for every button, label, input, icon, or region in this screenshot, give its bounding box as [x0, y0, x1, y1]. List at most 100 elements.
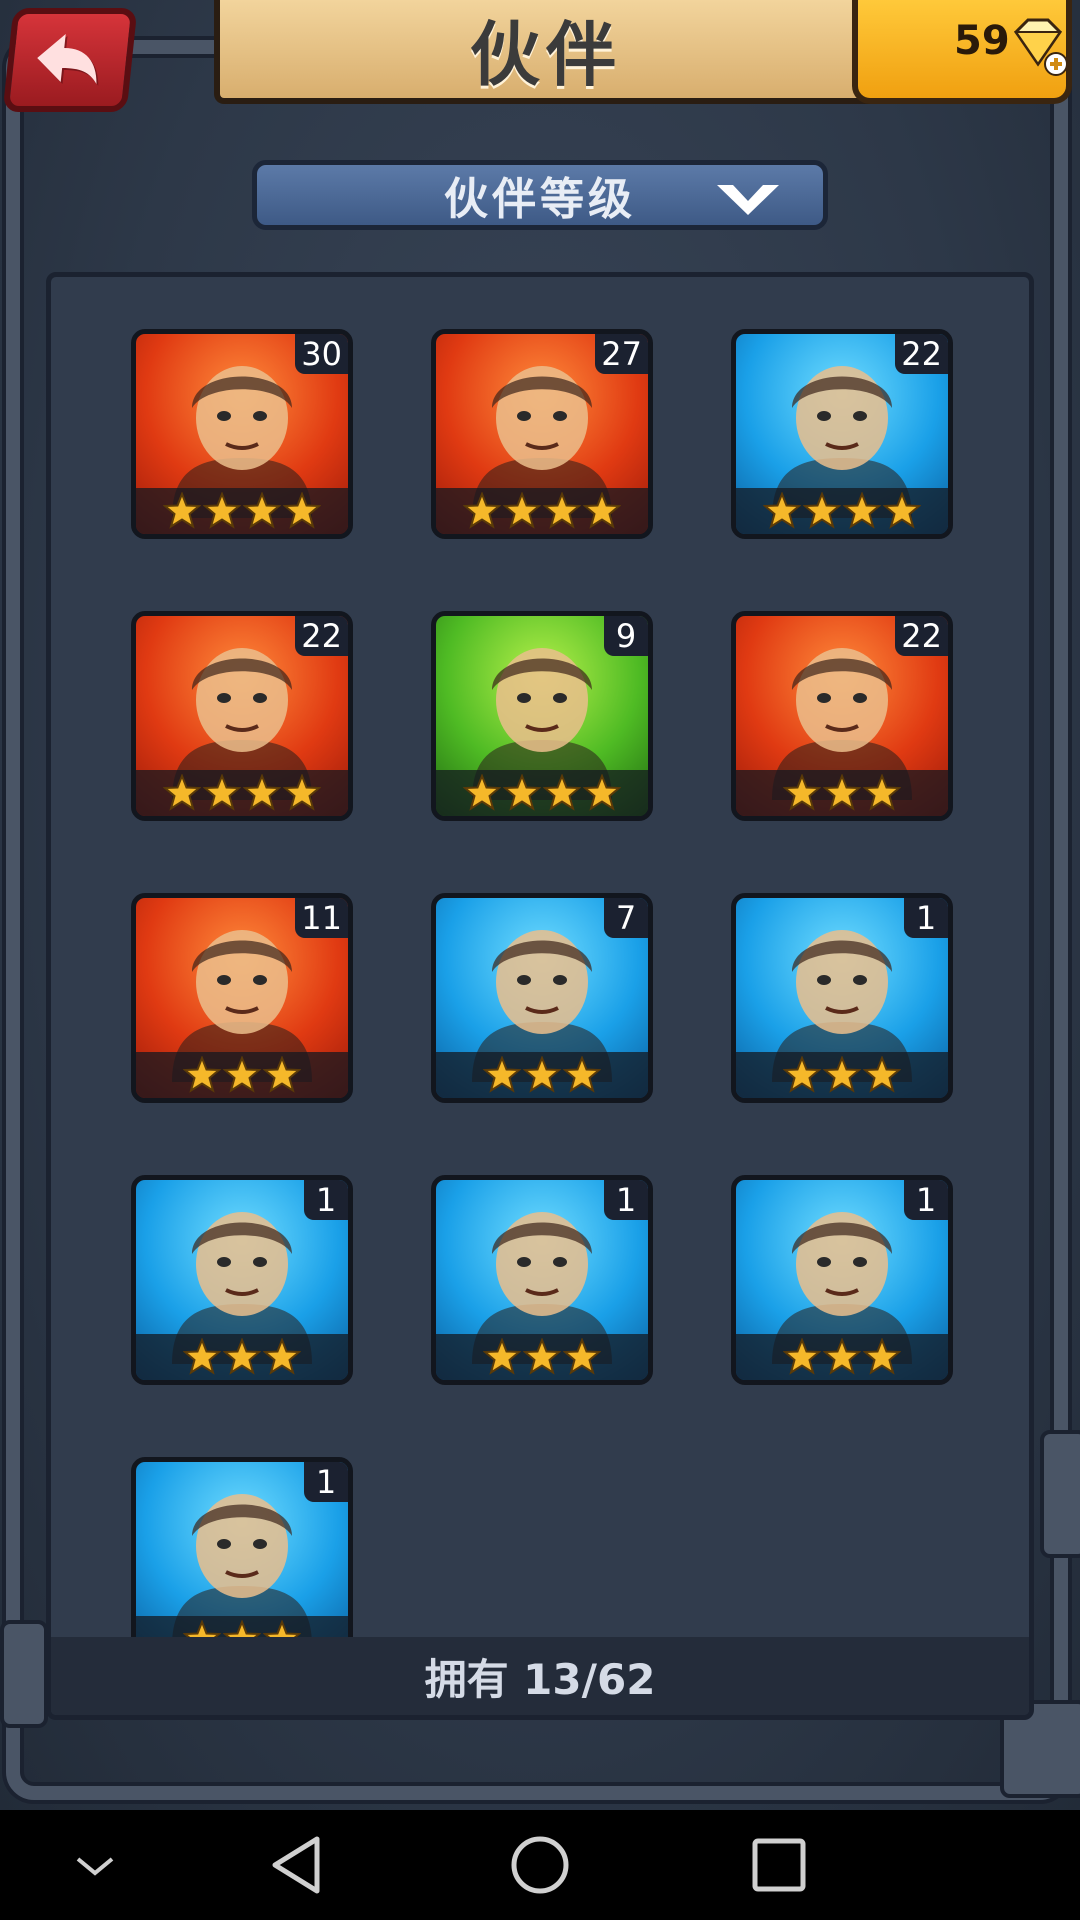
companion-stars [736, 488, 948, 534]
companion-stars [436, 1052, 648, 1098]
companion-stars [736, 770, 948, 816]
companion-level-badge: 1 [904, 898, 948, 938]
companion-card[interactable]: 22 [731, 611, 953, 821]
star-icon [483, 1338, 521, 1375]
star-icon [503, 492, 541, 529]
star-icon [543, 774, 581, 811]
star-icon [283, 492, 321, 529]
companion-card[interactable]: 11 [131, 893, 353, 1103]
companion-level-badge: 1 [604, 1180, 648, 1220]
star-icon [783, 774, 821, 811]
star-icon [763, 492, 801, 529]
gems-count: 59 [954, 18, 1010, 64]
star-icon [803, 492, 841, 529]
star-icon [263, 1338, 301, 1375]
star-icon [883, 492, 921, 529]
companion-card[interactable]: 1 [731, 893, 953, 1103]
star-icon [203, 774, 241, 811]
companion-card[interactable]: 27 [431, 329, 653, 539]
owned-count-bar: 拥有 13/62 [51, 1637, 1029, 1715]
hide-keyboard-icon[interactable] [60, 1835, 130, 1895]
companion-stars [136, 1334, 348, 1380]
companion-card[interactable]: 22 [731, 329, 953, 539]
frame-rock-decoration [1040, 1430, 1080, 1558]
page-title: 伙伴 [470, 13, 622, 96]
back-arrow-icon [37, 34, 99, 86]
companion-level-badge: 1 [304, 1462, 348, 1502]
star-icon [523, 1056, 561, 1093]
star-icon [863, 1056, 901, 1093]
star-icon [823, 1056, 861, 1093]
frame-rock-decoration [0, 1620, 48, 1728]
companion-card[interactable]: 1 [431, 1175, 653, 1385]
companion-stars [436, 488, 648, 534]
star-icon [223, 1056, 261, 1093]
star-icon [783, 1338, 821, 1375]
star-icon [583, 492, 621, 529]
companion-stars [136, 770, 348, 816]
companion-card[interactable]: 1 [131, 1175, 353, 1385]
star-icon [843, 492, 881, 529]
star-icon [163, 492, 201, 529]
gem-plus-icon [1014, 18, 1068, 76]
star-icon [463, 774, 501, 811]
star-icon [243, 774, 281, 811]
back-triangle-icon[interactable] [265, 1835, 335, 1895]
star-icon [463, 492, 501, 529]
companion-level-badge: 9 [604, 616, 648, 656]
companions-panel: 30 27 22 22 9 22 11 7 1 1 1 1 1 拥有 13/62 [46, 272, 1034, 1720]
companion-level-badge: 22 [895, 334, 948, 374]
companion-level-badge: 1 [904, 1180, 948, 1220]
star-icon [223, 1338, 261, 1375]
back-button[interactable] [2, 8, 138, 112]
star-icon [543, 492, 581, 529]
companion-stars [136, 488, 348, 534]
companion-card[interactable]: 9 [431, 611, 653, 821]
companion-stars [136, 1052, 348, 1098]
star-icon [203, 492, 241, 529]
companion-level-badge: 22 [895, 616, 948, 656]
star-icon [863, 1338, 901, 1375]
companion-level-badge: 1 [304, 1180, 348, 1220]
companion-stars [436, 770, 648, 816]
star-icon [263, 1056, 301, 1093]
companion-card[interactable]: 22 [131, 611, 353, 821]
star-icon [863, 774, 901, 811]
recents-square-icon[interactable] [745, 1835, 815, 1895]
companion-level-badge: 22 [295, 616, 348, 656]
star-icon [183, 1338, 221, 1375]
star-icon [563, 1338, 601, 1375]
star-icon [523, 1338, 561, 1375]
star-icon [283, 774, 321, 811]
star-icon [243, 492, 281, 529]
star-icon [823, 774, 861, 811]
companion-level-badge: 11 [295, 898, 348, 938]
star-icon [583, 774, 621, 811]
companion-level-badge: 7 [604, 898, 648, 938]
title-banner: 伙伴 [214, 0, 878, 104]
chevron-down-icon [717, 185, 779, 215]
companion-stars [736, 1334, 948, 1380]
sort-dropdown[interactable]: 伙伴等级 [252, 160, 828, 230]
star-icon [503, 774, 541, 811]
sort-dropdown-label: 伙伴等级 [444, 174, 636, 225]
star-icon [163, 774, 201, 811]
companion-card[interactable]: 7 [431, 893, 653, 1103]
companions-grid: 30 27 22 22 9 22 11 7 1 1 1 1 1 [51, 277, 1029, 1647]
companion-card[interactable]: 1 [131, 1457, 353, 1647]
star-icon [483, 1056, 521, 1093]
star-icon [823, 1338, 861, 1375]
companion-level-badge: 30 [295, 334, 348, 374]
companion-card[interactable]: 1 [731, 1175, 953, 1385]
system-navigation-bar [0, 1810, 1080, 1920]
owned-count-label: 拥有 13/62 [424, 1654, 656, 1704]
gems-counter[interactable]: 59 [852, 0, 1072, 104]
companion-stars [736, 1052, 948, 1098]
star-icon [183, 1056, 221, 1093]
home-circle-icon[interactable] [505, 1835, 575, 1895]
companion-stars [436, 1334, 648, 1380]
star-icon [563, 1056, 601, 1093]
companion-card[interactable]: 30 [131, 329, 353, 539]
star-icon [783, 1056, 821, 1093]
companion-level-badge: 27 [595, 334, 648, 374]
